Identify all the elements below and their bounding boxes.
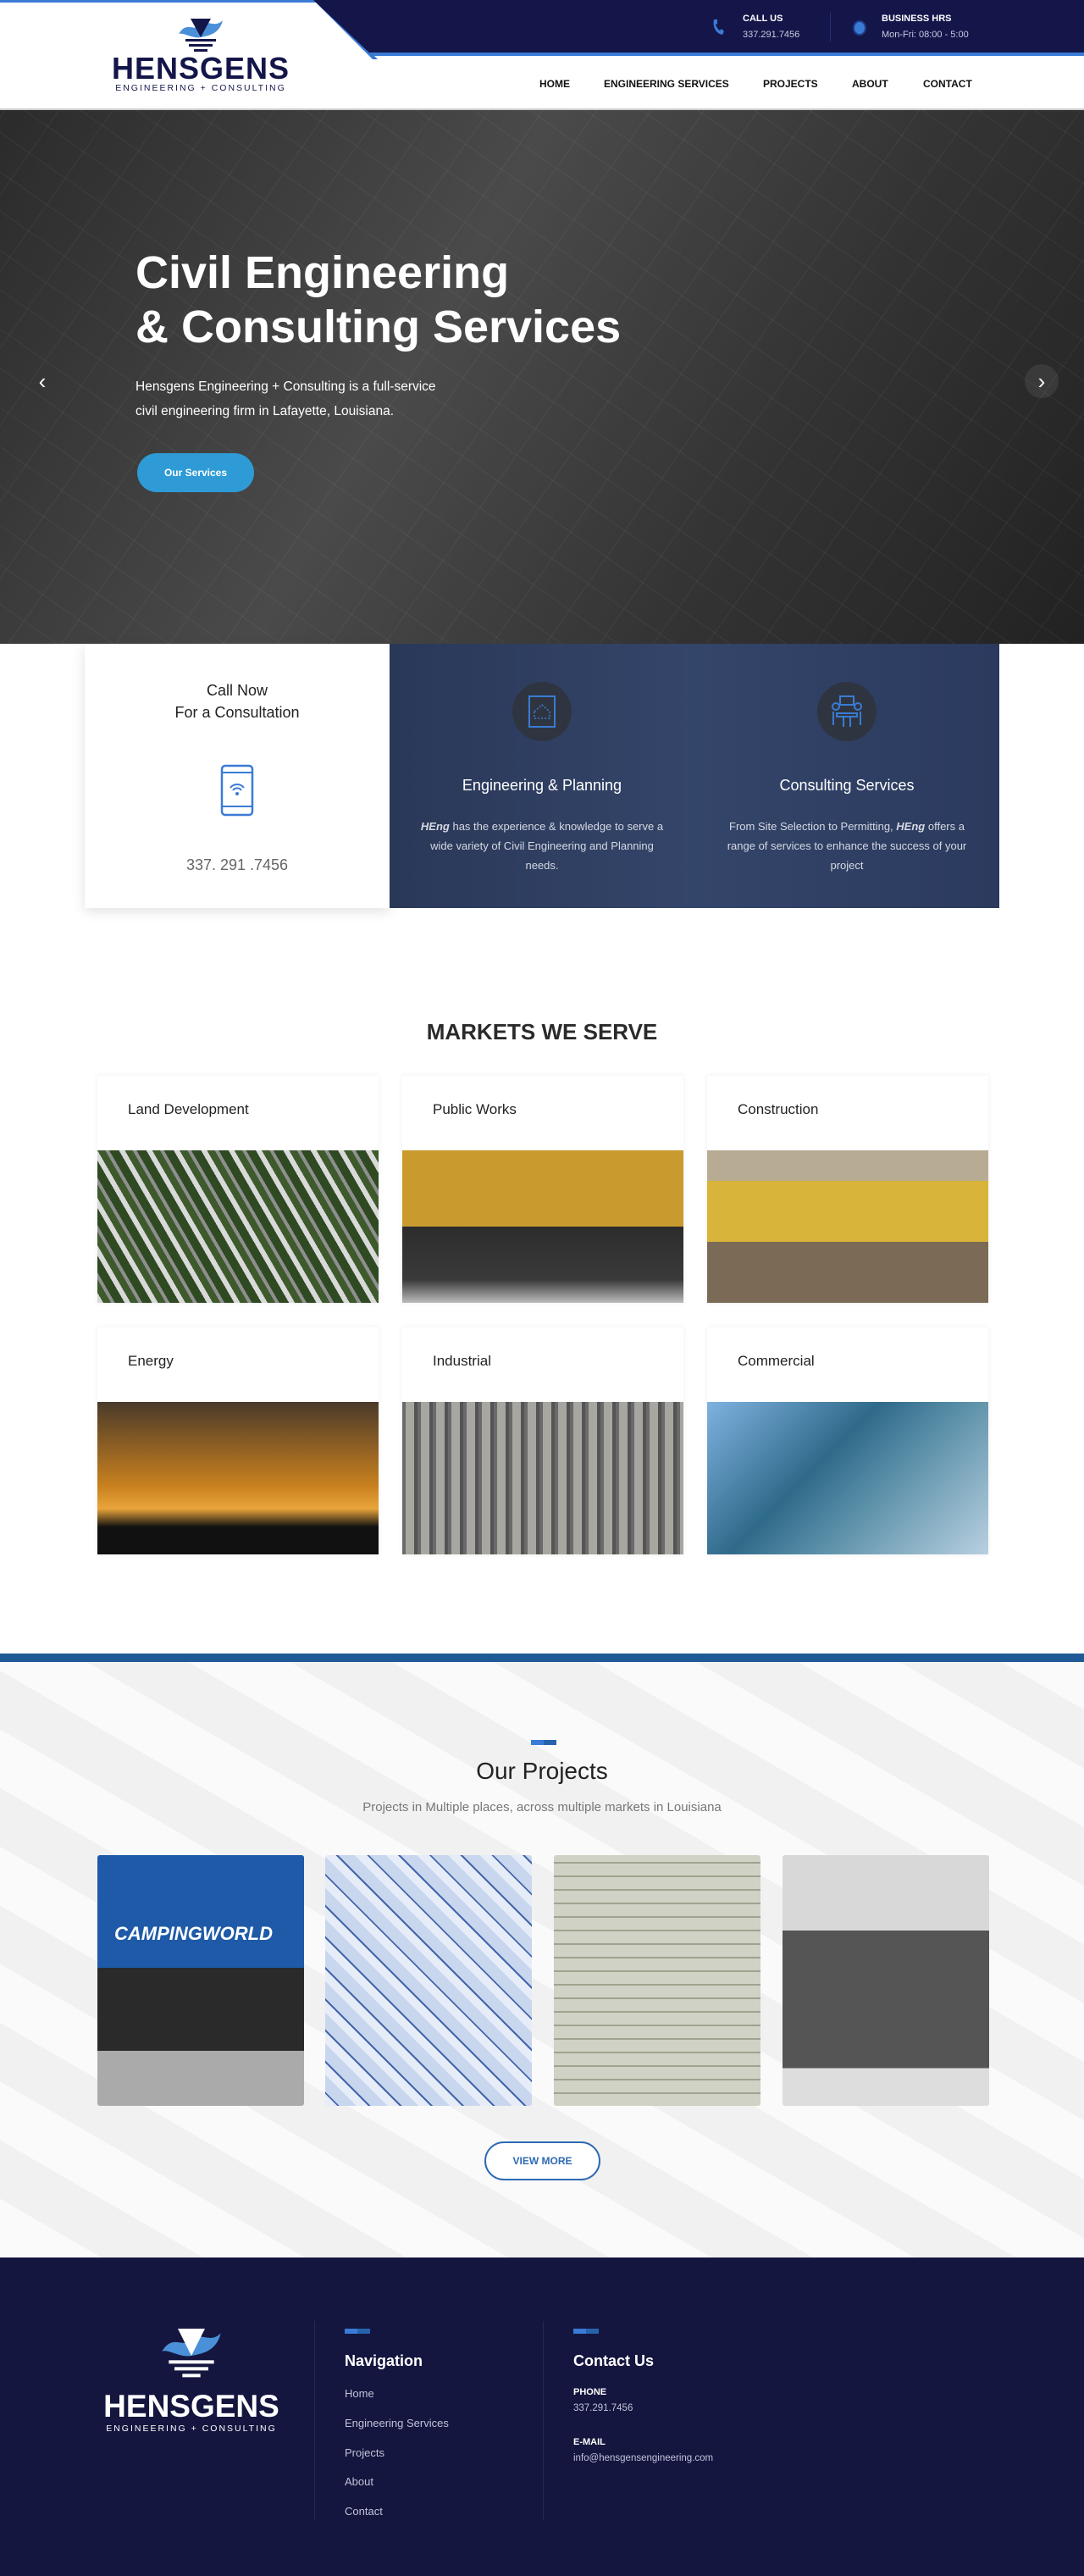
service-title: Engineering & Planning <box>462 777 622 794</box>
footer-link-engineering-services[interactable]: Engineering Services <box>345 2417 449 2429</box>
market-image <box>402 1150 683 1303</box>
service-engineering-planning[interactable]: Engineering & Planning HEng has the expe… <box>390 644 694 908</box>
top-accent-line <box>0 0 322 3</box>
project-image[interactable]: CAMPINGWORLD <box>97 1855 304 2106</box>
chevron-right-icon[interactable]: › <box>1025 364 1059 398</box>
footer-phone[interactable]: 337.291.7456 <box>573 2403 633 2413</box>
nav-home[interactable]: HOME <box>539 78 570 90</box>
divider <box>830 13 831 42</box>
chevron-left-icon[interactable]: ‹ <box>25 364 59 398</box>
clock-icon <box>853 20 866 36</box>
hero-text: Hensgens Engineering + Consulting is a f… <box>136 379 436 418</box>
projects-title: Our Projects <box>476 1758 608 1784</box>
service-text: From Site Selection to Permitting, HEng … <box>727 820 967 872</box>
logo-tagline: ENGINEERING + CONSULTING <box>115 83 286 93</box>
accent-dash <box>531 1740 556 1745</box>
market-image <box>97 1150 379 1303</box>
footer-contact-title: Contact Us <box>573 2352 655 2369</box>
market-card-energy[interactable]: Energy <box>97 1327 379 1554</box>
logo-name: HENSGENS <box>111 51 290 86</box>
market-card-commercial[interactable]: Commercial <box>707 1327 988 1554</box>
phone-icon <box>713 19 724 35</box>
project-image[interactable] <box>783 1855 989 2106</box>
phone-label: PHONE <box>573 2387 607 2397</box>
email-label: E-MAIL <box>573 2437 606 2447</box>
project-image-sign: CAMPINGWORLD <box>114 1923 273 1944</box>
projects-subtitle: Projects in Multiple places, across mult… <box>362 1800 722 1814</box>
market-image <box>707 1150 988 1303</box>
section-divider <box>0 1654 1084 1662</box>
hero-title: Civil Engineering & Consulting Services <box>136 247 622 352</box>
project-image[interactable] <box>554 1855 760 2106</box>
projects-section: Our Projects Projects in Multiple places… <box>0 1662 1084 2257</box>
divider <box>543 2321 544 2520</box>
service-text: HEng has the experience & knowledge to s… <box>420 820 664 872</box>
call-now-phone[interactable]: 337. 291 .7456 <box>85 856 390 874</box>
divider <box>314 2321 315 2520</box>
market-card-land-development[interactable]: Land Development <box>97 1076 379 1303</box>
site-header: HENSGENS ENGINEERING + CONSULTING CALL U… <box>0 0 1084 110</box>
blueprint-icon <box>528 695 556 728</box>
call-us-phone[interactable]: 337.291.7456 <box>743 30 799 40</box>
nav-engineering-services[interactable]: ENGINEERING SERVICES <box>604 78 729 90</box>
market-card-construction[interactable]: Construction <box>707 1076 988 1303</box>
logo-name: HENSGENS <box>103 2389 279 2424</box>
view-more-button[interactable]: VIEW MORE <box>484 2141 600 2180</box>
footer-logo[interactable]: HENSGENS ENGINEERING + CONSULTING <box>95 2325 288 2434</box>
footer-link-contact[interactable]: Contact <box>345 2505 383 2518</box>
market-image <box>707 1402 988 1554</box>
service-consulting[interactable]: Consulting Services From Site Selection … <box>694 644 999 908</box>
footer-link-about[interactable]: About <box>345 2475 373 2488</box>
logo-mark-icon <box>179 19 223 52</box>
call-now-card: Call Now For a Consultation 337. 291 .745… <box>85 644 390 908</box>
footer-nav-title: Navigation <box>345 2352 423 2369</box>
site-footer: HENSGENS ENGINEERING + CONSULTING Naviga… <box>0 2257 1084 2576</box>
footer-email[interactable]: info@hensgensengineering.com <box>573 2453 713 2463</box>
market-image <box>402 1402 683 1554</box>
market-card-industrial[interactable]: Industrial <box>402 1327 683 1554</box>
logo[interactable]: HENSGENS ENGINEERING + CONSULTING <box>103 15 298 96</box>
nav-contact[interactable]: CONTACT <box>923 78 972 90</box>
accent-dash <box>573 2329 599 2334</box>
project-image[interactable] <box>325 1855 532 2106</box>
markets-title: MARKETS WE SERVE <box>426 1019 658 1044</box>
accent-dash <box>345 2329 370 2334</box>
call-now-heading: Call Now For a Consultation <box>174 682 300 721</box>
hero-slider: Civil Engineering & Consulting Services H… <box>0 110 1084 644</box>
top-info-bar <box>313 0 1084 56</box>
business-hours-value: Mon-Fri: 08:00 - 5:00 <box>882 30 969 40</box>
mobile-phone-icon <box>220 764 254 817</box>
nav-about[interactable]: ABOUT <box>852 78 888 90</box>
logo-tagline: ENGINEERING + CONSULTING <box>106 2424 277 2434</box>
call-us-label: CALL US <box>743 14 783 24</box>
our-services-button[interactable]: Our Services <box>137 453 254 492</box>
meeting-icon <box>832 695 862 727</box>
business-hours-label: BUSINESS HRS <box>882 14 952 24</box>
services-panel: Engineering & Planning HEng has the expe… <box>390 644 999 908</box>
footer-link-home[interactable]: Home <box>345 2387 374 2400</box>
market-image <box>97 1402 379 1554</box>
market-card-public-works[interactable]: Public Works <box>402 1076 683 1303</box>
logo-mark-icon <box>162 2329 221 2378</box>
nav-projects[interactable]: PROJECTS <box>763 78 818 90</box>
footer-link-projects[interactable]: Projects <box>345 2446 384 2459</box>
service-title: Consulting Services <box>779 777 915 794</box>
services-strip: Call Now For a Consultation 337. 291 .745… <box>85 644 999 908</box>
